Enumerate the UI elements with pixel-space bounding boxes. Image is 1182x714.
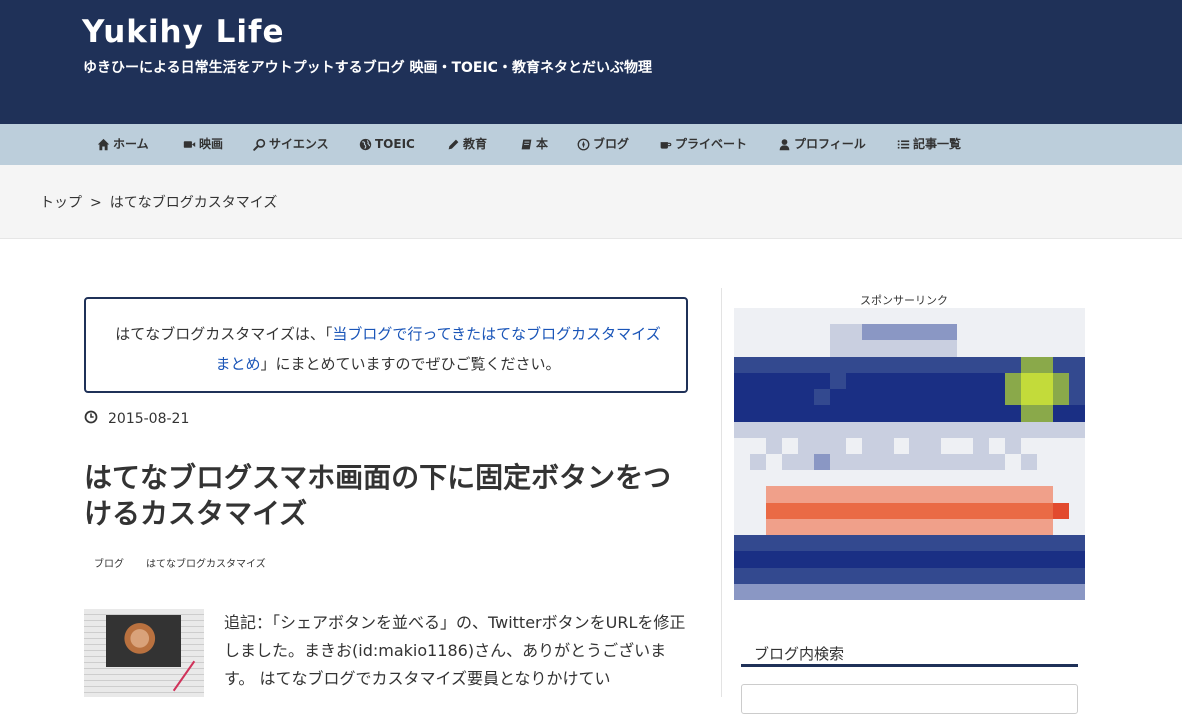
- book-icon: [520, 138, 533, 151]
- thumbnail-portrait: [106, 615, 181, 667]
- blog-search-input[interactable]: [741, 684, 1078, 714]
- site-description: ゆきひーによる日常生活をアウトプットするブログ 映画・TOEIC・教育ネタとだい…: [83, 60, 652, 76]
- nav-item-science[interactable]: サイエンス: [253, 124, 329, 165]
- breadcrumb-separator: >: [90, 195, 102, 211]
- date-text: 2015-08-21: [108, 411, 190, 427]
- article-title: はてなブログスマホ画面の下に固定ボタンをつけるカスタマイズ: [84, 461, 672, 530]
- site-header: Yukihy Life ゆきひーによる日常生活をアウトプットするブログ 映画・T…: [0, 0, 1182, 124]
- search-icon: [253, 138, 266, 151]
- pencil-icon: [447, 138, 460, 151]
- category-link[interactable]: はてなブログカスタマイズ: [146, 559, 266, 570]
- nav-item-education[interactable]: 教育: [447, 124, 487, 165]
- breadcrumb-current[interactable]: はてなブログカスタマイズ: [110, 195, 278, 211]
- compass-icon: [577, 138, 590, 151]
- nav-item-movie[interactable]: 映画: [183, 124, 223, 165]
- nav-item-label: ブログ: [593, 137, 630, 151]
- article-thumbnail[interactable]: [84, 609, 204, 697]
- nav-item-label: TOEIC: [375, 137, 415, 151]
- article-date: 2015-08-21: [84, 410, 189, 428]
- nav-item-label: プライベート: [675, 137, 748, 151]
- notice-box: はてなブログカスタマイズは、「当ブログで行ってきたはてなブログカスタマイズまとめ…: [84, 297, 688, 393]
- clock-icon: [84, 410, 98, 428]
- site-title[interactable]: Yukihy Life: [82, 14, 284, 50]
- nav-item-private[interactable]: プライベート: [659, 124, 747, 165]
- nav-item-label: ホーム: [113, 137, 149, 151]
- user-icon: [778, 138, 791, 151]
- breadcrumb: トップ > はてなブログカスタマイズ: [40, 192, 277, 212]
- nav-item-home[interactable]: ホーム: [97, 124, 149, 165]
- article-body-text: 追記：「シェアボタンを並べる」の、TwitterボタンをURLを修正しました。ま…: [224, 613, 686, 688]
- sponsor-label: スポンサーリンク: [860, 294, 948, 307]
- list-icon: [897, 138, 910, 151]
- column-divider: [721, 288, 722, 697]
- home-icon: [97, 138, 110, 151]
- nav-item-profile[interactable]: プロフィール: [778, 124, 866, 165]
- nav-item-book[interactable]: 本: [520, 124, 548, 165]
- nav-item-blog[interactable]: ブログ: [577, 124, 629, 165]
- coffee-icon: [659, 138, 672, 151]
- nav-item-label: プロフィール: [794, 137, 866, 151]
- nav-item-article-list[interactable]: 記事一覧: [897, 124, 961, 165]
- category-link[interactable]: ブログ: [94, 559, 124, 570]
- notice-text-after: 」にまとめていますのでぜひご覧ください。: [260, 355, 561, 373]
- video-camera-icon: [183, 138, 196, 151]
- nav-item-toeic[interactable]: TOEIC: [359, 124, 415, 165]
- widget-title-rule: [741, 664, 1078, 667]
- nav-item-label: サイエンス: [269, 137, 329, 151]
- global-nav: ホーム 映画 サイエンス TOEIC 教育 本 ブログ プライベート プロフィー…: [0, 124, 1182, 165]
- nav-item-label: 本: [536, 137, 549, 151]
- breadcrumb-bar: トップ > はてなブログカスタマイズ: [0, 165, 1182, 239]
- notice-text-before: はてなブログカスタマイズは、「: [115, 325, 333, 343]
- nav-item-label: 教育: [463, 137, 488, 151]
- article-categories: ブログ はてなブログカスタマイズ: [94, 555, 288, 570]
- sponsored-ad-banner[interactable]: [734, 308, 1085, 600]
- globe-icon: [359, 138, 372, 151]
- breadcrumb-home-link[interactable]: トップ: [40, 195, 82, 211]
- nav-item-label: 映画: [199, 137, 224, 151]
- search-widget-title: ブログ内検索: [754, 645, 845, 663]
- nav-item-label: 記事一覧: [913, 137, 962, 151]
